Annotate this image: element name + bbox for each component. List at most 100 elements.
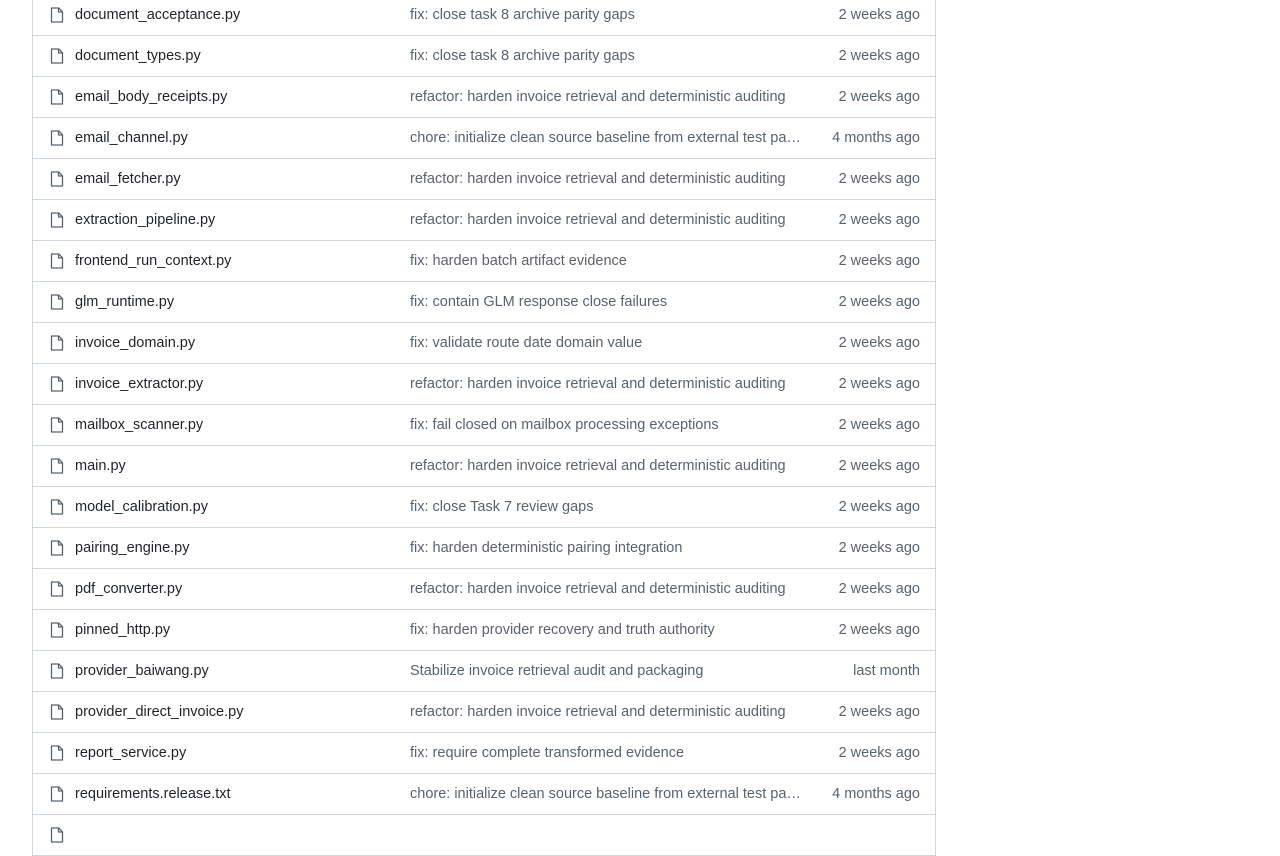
file-icon <box>50 581 64 597</box>
commit-age: 2 weeks ago <box>838 212 920 228</box>
file-icon <box>50 458 64 474</box>
commit-age: 2 weeks ago <box>838 581 920 597</box>
file-row[interactable]: main.py refactor: harden invoice retriev… <box>33 446 935 487</box>
commit-age: 2 weeks ago <box>838 89 920 105</box>
commit-age: last month <box>853 663 920 679</box>
file-icon <box>50 48 64 64</box>
file-icon <box>50 622 64 638</box>
file-row[interactable]: email_channel.py chore: initialize clean… <box>33 118 935 159</box>
file-name-link[interactable]: email_fetcher.py <box>75 159 181 199</box>
file-name-link[interactable]: requirements.release.txt <box>75 774 231 814</box>
commit-age: 2 weeks ago <box>838 417 920 433</box>
file-name-link[interactable]: invoice_extractor.py <box>75 364 203 404</box>
file-row[interactable]: pinned_http.py fix: harden provider reco… <box>33 610 935 651</box>
file-row[interactable]: provider_direct_invoice.py refactor: har… <box>33 692 935 733</box>
file-row[interactable]: invoice_extractor.py refactor: harden in… <box>33 364 935 405</box>
commit-message-link[interactable]: chore: initialize clean source baseline … <box>410 774 802 814</box>
commit-age: 2 weeks ago <box>838 458 920 474</box>
commit-message-link[interactable]: fix: harden deterministic pairing integr… <box>410 528 802 568</box>
commit-message-link[interactable]: fix: harden batch artifact evidence <box>410 241 802 281</box>
file-row[interactable]: frontend_run_context.py fix: harden batc… <box>33 241 935 282</box>
commit-message-link[interactable]: refactor: harden invoice retrieval and d… <box>410 159 802 199</box>
commit-age: 2 weeks ago <box>838 294 920 310</box>
file-row[interactable]: provider_baiwang.py Stabilize invoice re… <box>33 651 935 692</box>
file-icon <box>50 89 64 105</box>
commit-message-link[interactable]: refactor: harden invoice retrieval and d… <box>410 200 802 240</box>
file-name-link[interactable]: report_service.py <box>75 733 186 773</box>
commit-message-link[interactable]: refactor: harden invoice retrieval and d… <box>410 77 802 117</box>
commit-message-link[interactable]: fix: fail closed on mailbox processing e… <box>410 405 802 445</box>
commit-message-link[interactable]: refactor: harden invoice retrieval and d… <box>410 446 802 486</box>
commit-message-link[interactable]: refactor: harden invoice retrieval and d… <box>410 569 802 609</box>
file-icon <box>50 130 64 146</box>
file-icon <box>50 171 64 187</box>
file-row[interactable]: pairing_engine.py fix: harden determinis… <box>33 528 935 569</box>
file-row[interactable]: extraction_pipeline.py refactor: harden … <box>33 200 935 241</box>
file-name-link[interactable]: document_types.py <box>75 36 201 76</box>
file-name-link[interactable]: main.py <box>75 446 126 486</box>
file-icon <box>50 335 64 351</box>
file-icon <box>50 417 64 433</box>
file-icon <box>50 7 64 23</box>
commit-message-link[interactable]: refactor: harden invoice retrieval and d… <box>410 364 802 404</box>
file-row[interactable]: mailbox_scanner.py fix: fail closed on m… <box>33 405 935 446</box>
commit-message-link[interactable]: fix: validate route date domain value <box>410 323 802 363</box>
commit-age: 2 weeks ago <box>838 704 920 720</box>
commit-message-link[interactable]: fix: close task 8 archive parity gaps <box>410 0 802 35</box>
file-name-link[interactable]: pinned_http.py <box>75 610 170 650</box>
file-row[interactable]: glm_runtime.py fix: contain GLM response… <box>33 282 935 323</box>
commit-message-link[interactable]: fix: close Task 7 review gaps <box>410 487 802 527</box>
file-name-link[interactable]: document_acceptance.py <box>75 0 240 35</box>
file-icon <box>50 704 64 720</box>
file-row[interactable]: report_service.py fix: require complete … <box>33 733 935 774</box>
commit-age: 2 weeks ago <box>838 335 920 351</box>
commit-age: 4 months ago <box>832 130 920 146</box>
commit-age: 2 weeks ago <box>838 499 920 515</box>
file-icon <box>50 540 64 556</box>
file-name-link[interactable]: mailbox_scanner.py <box>75 405 203 445</box>
file-name-link[interactable]: model_calibration.py <box>75 487 208 527</box>
file-row[interactable]: invoice_domain.py fix: validate route da… <box>33 323 935 364</box>
commit-age: 2 weeks ago <box>838 376 920 392</box>
file-name-link[interactable]: provider_baiwang.py <box>75 651 209 691</box>
commit-age: 2 weeks ago <box>838 7 920 23</box>
file-row[interactable]: document_acceptance.py fix: close task 8… <box>33 0 935 36</box>
file-icon <box>50 499 64 515</box>
file-row[interactable]: email_fetcher.py refactor: harden invoic… <box>33 159 935 200</box>
file-row[interactable]: document_types.py fix: close task 8 arch… <box>33 36 935 77</box>
file-name-link[interactable]: provider_direct_invoice.py <box>75 692 243 732</box>
file-icon <box>50 253 64 269</box>
commit-age: 2 weeks ago <box>838 48 920 64</box>
commit-message-link[interactable]: chore: initialize clean source baseline … <box>410 118 802 158</box>
file-row[interactable]: requirements.release.txt chore: initiali… <box>33 774 935 815</box>
commit-message-link[interactable]: refactor: harden invoice retrieval and d… <box>410 692 802 732</box>
file-icon <box>50 745 64 761</box>
file-name-link[interactable]: extraction_pipeline.py <box>75 200 215 240</box>
file-icon <box>50 294 64 310</box>
commit-age: 2 weeks ago <box>838 745 920 761</box>
commit-message-link[interactable]: fix: close task 8 archive parity gaps <box>410 36 802 76</box>
file-row[interactable]: pdf_converter.py refactor: harden invoic… <box>33 569 935 610</box>
commit-message-link[interactable]: Stabilize invoice retrieval audit and pa… <box>410 651 802 691</box>
commit-age: 4 months ago <box>832 786 920 802</box>
file-icon <box>50 663 64 679</box>
commit-message-link[interactable]: fix: contain GLM response close failures <box>410 282 802 322</box>
file-name-link[interactable]: pdf_converter.py <box>75 569 182 609</box>
file-name-link[interactable]: glm_runtime.py <box>75 282 174 322</box>
commit-message-link[interactable] <box>410 815 802 855</box>
file-row[interactable]: email_body_receipts.py refactor: harden … <box>33 77 935 118</box>
file-name-link[interactable]: invoice_domain.py <box>75 323 195 363</box>
commit-age: 2 weeks ago <box>838 540 920 556</box>
file-name-link[interactable]: email_body_receipts.py <box>75 77 227 117</box>
file-name-link[interactable]: email_channel.py <box>75 118 188 158</box>
commit-message-link[interactable]: fix: require complete transformed eviden… <box>410 733 802 773</box>
commit-message-link[interactable]: fix: harden provider recovery and truth … <box>410 610 802 650</box>
file-name-link[interactable]: pairing_engine.py <box>75 528 189 568</box>
commit-age: 2 weeks ago <box>838 622 920 638</box>
file-name-link[interactable]: frontend_run_context.py <box>75 241 231 281</box>
file-row[interactable]: model_calibration.py fix: close Task 7 r… <box>33 487 935 528</box>
file-icon <box>50 212 64 228</box>
file-row[interactable] <box>33 815 935 856</box>
commit-age: 2 weeks ago <box>838 253 920 269</box>
file-icon <box>50 827 64 843</box>
